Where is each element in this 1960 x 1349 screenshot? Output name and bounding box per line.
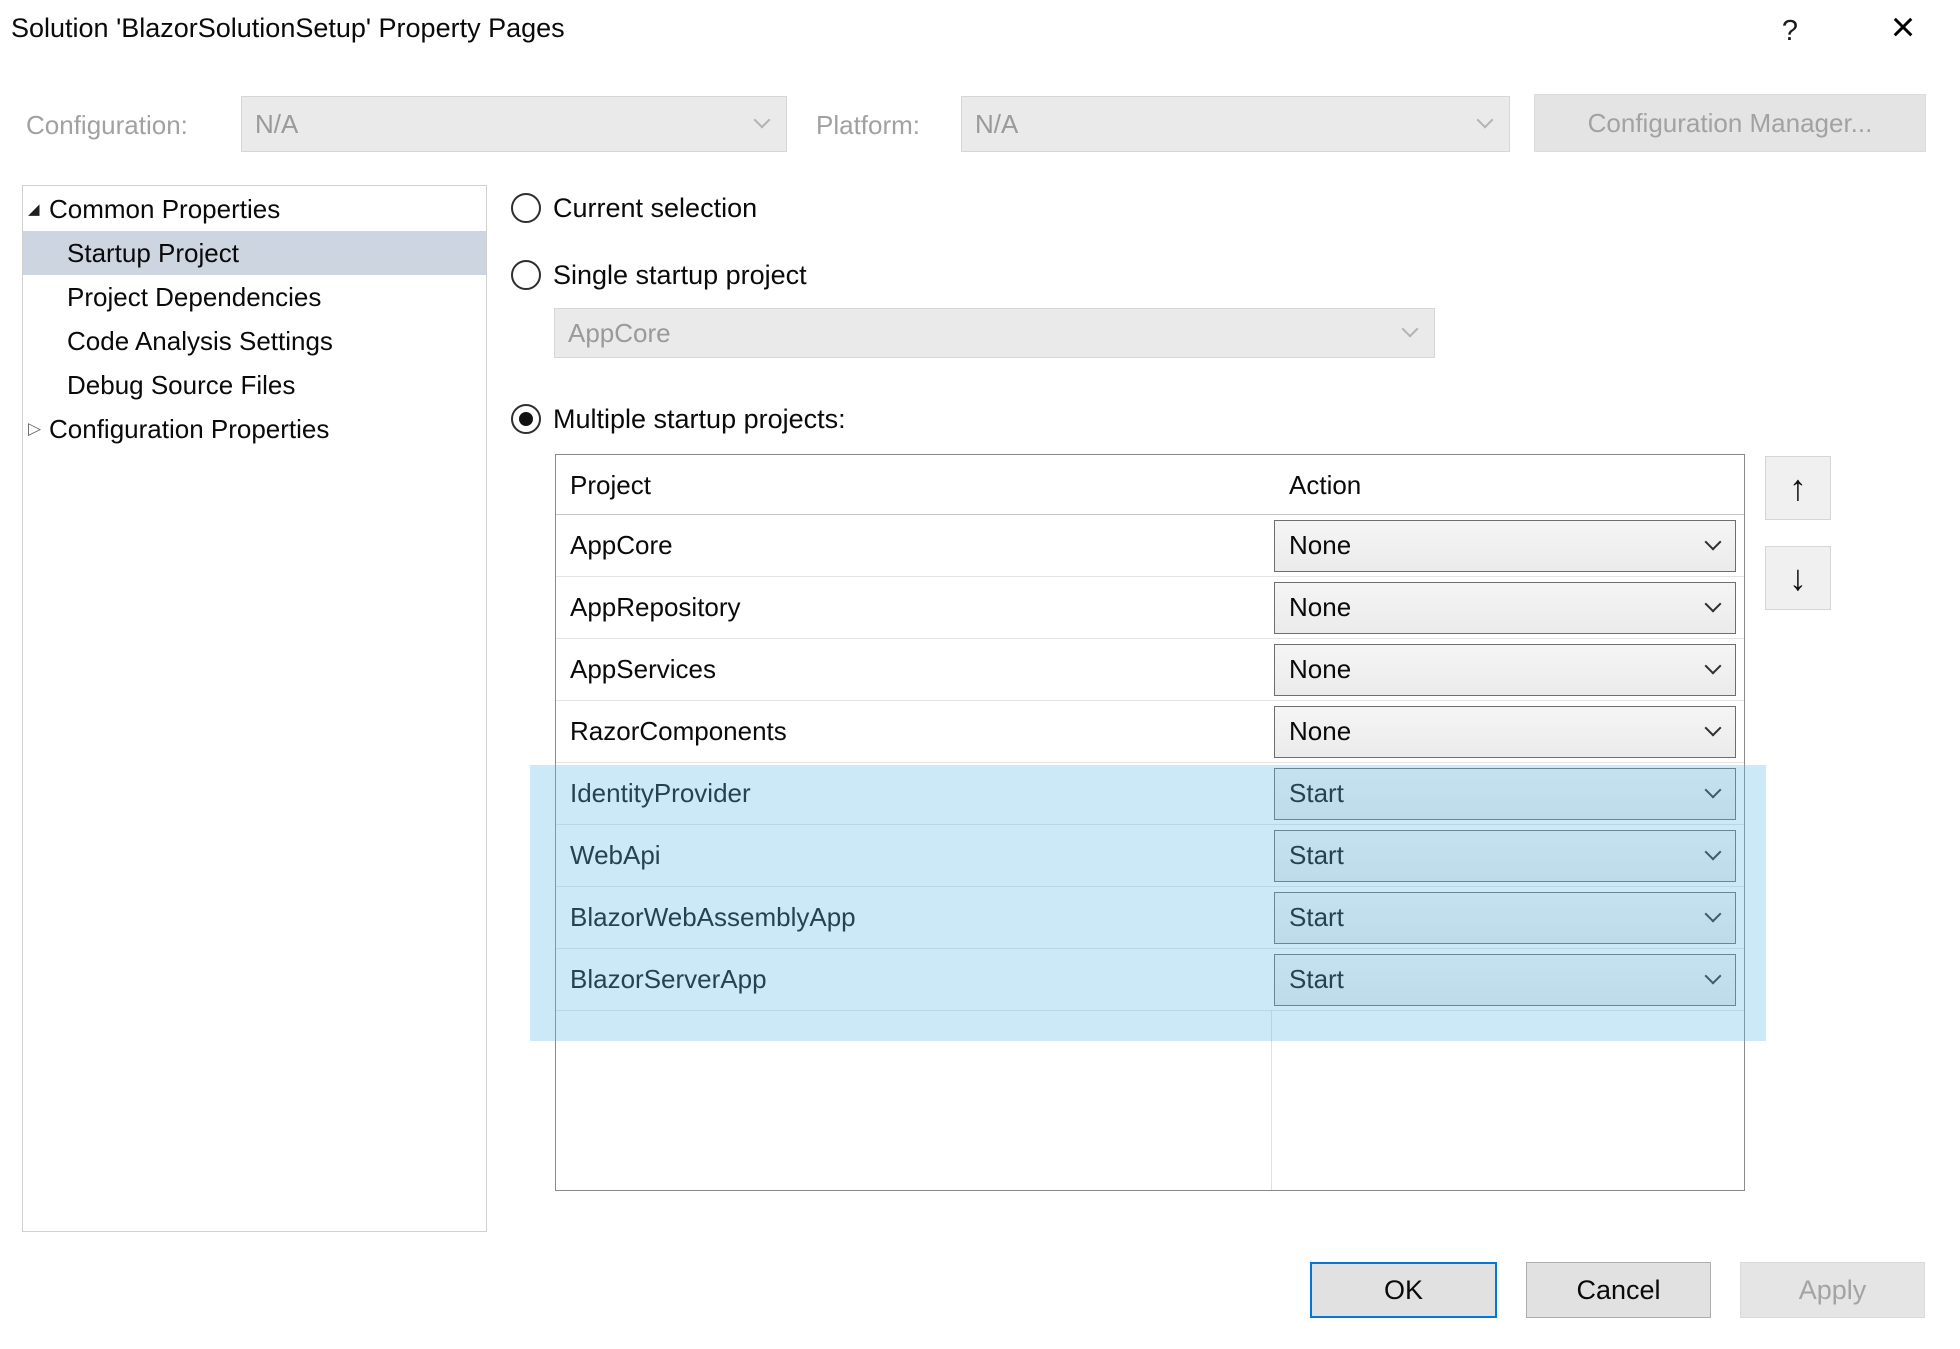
- project-cell: WebApi: [570, 825, 661, 886]
- tree-expanded-icon: ◢: [23, 200, 49, 218]
- tree-item-code-analysis-settings[interactable]: Code Analysis Settings: [23, 319, 486, 363]
- tree-item-configuration-properties[interactable]: ▷ Configuration Properties: [23, 407, 486, 451]
- action-dropdown-appservices[interactable]: None: [1274, 644, 1736, 696]
- action-value: Start: [1275, 831, 1735, 879]
- project-cell: AppRepository: [570, 577, 741, 638]
- tree-item-label: Configuration Properties: [49, 414, 329, 445]
- platform-dropdown[interactable]: N/A: [961, 96, 1510, 152]
- project-cell: AppServices: [570, 639, 716, 700]
- help-icon[interactable]: ?: [1766, 8, 1814, 54]
- action-value: None: [1275, 583, 1735, 631]
- radio-single-startup-project[interactable]: [511, 260, 541, 290]
- radio-current-selection-label[interactable]: Current selection: [553, 193, 757, 223]
- apply-button[interactable]: Apply: [1740, 1262, 1925, 1318]
- properties-tree: ◢ Common Properties Startup Project Proj…: [22, 185, 487, 1232]
- action-dropdown-webapi[interactable]: Start: [1274, 830, 1736, 882]
- tree-item-common-properties[interactable]: ◢ Common Properties: [23, 187, 486, 231]
- startup-projects-table: Project Action AppCore None AppRepositor…: [555, 454, 1745, 1191]
- cancel-button[interactable]: Cancel: [1526, 1262, 1711, 1318]
- tree-item-project-dependencies[interactable]: Project Dependencies: [23, 275, 486, 319]
- table-row-blazorserverapp[interactable]: BlazorServerApp Start: [556, 949, 1744, 1011]
- action-dropdown-razorcomponents[interactable]: None: [1274, 706, 1736, 758]
- project-cell: BlazorWebAssemblyApp: [570, 887, 856, 948]
- project-cell: AppCore: [570, 515, 673, 576]
- action-dropdown-apprepository[interactable]: None: [1274, 582, 1736, 634]
- down-arrow-icon: ↓: [1789, 557, 1807, 598]
- column-header-action: Action: [1289, 455, 1361, 515]
- move-up-button[interactable]: ↑: [1765, 456, 1831, 520]
- action-value: None: [1275, 645, 1735, 693]
- table-row-webapi[interactable]: WebApi Start: [556, 825, 1744, 887]
- configuration-value: N/A: [242, 97, 786, 151]
- project-cell: IdentityProvider: [570, 763, 751, 824]
- single-startup-project-value: AppCore: [555, 309, 1434, 357]
- action-dropdown-identityprovider[interactable]: Start: [1274, 768, 1736, 820]
- radio-current-selection[interactable]: [511, 193, 541, 223]
- tree-item-startup-project[interactable]: Startup Project: [23, 231, 486, 275]
- radio-multiple-startup-projects[interactable]: [511, 404, 541, 434]
- action-dropdown-appcore[interactable]: None: [1274, 520, 1736, 572]
- platform-value: N/A: [962, 97, 1509, 151]
- action-value: Start: [1275, 955, 1735, 1003]
- table-row-apprepository[interactable]: AppRepository None: [556, 577, 1744, 639]
- close-icon[interactable]: ×: [1876, 0, 1930, 54]
- up-arrow-icon: ↑: [1789, 467, 1807, 508]
- table-row-identityprovider[interactable]: IdentityProvider Start: [556, 763, 1744, 825]
- tree-item-label: Project Dependencies: [67, 282, 321, 313]
- table-row-appservices[interactable]: AppServices None: [556, 639, 1744, 701]
- tree-item-label: Code Analysis Settings: [67, 326, 333, 357]
- tree-item-label: Debug Source Files: [67, 370, 295, 401]
- tree-item-label: Startup Project: [67, 238, 239, 269]
- move-down-button[interactable]: ↓: [1765, 546, 1831, 610]
- action-value: None: [1275, 707, 1735, 755]
- tree-item-label: Common Properties: [49, 194, 280, 225]
- action-dropdown-blazorwebassemblyapp[interactable]: Start: [1274, 892, 1736, 944]
- tree-collapsed-icon: ▷: [23, 419, 49, 439]
- tree-item-debug-source-files[interactable]: Debug Source Files: [23, 363, 486, 407]
- table-row-razorcomponents[interactable]: RazorComponents None: [556, 701, 1744, 763]
- radio-multiple-startup-projects-label[interactable]: Multiple startup projects:: [553, 404, 846, 434]
- action-value: None: [1275, 521, 1735, 569]
- platform-label: Platform:: [816, 110, 920, 141]
- action-dropdown-blazorserverapp[interactable]: Start: [1274, 954, 1736, 1006]
- action-value: Start: [1275, 769, 1735, 817]
- configuration-label: Configuration:: [26, 110, 188, 141]
- single-startup-project-dropdown[interactable]: AppCore: [554, 308, 1435, 358]
- table-row-appcore[interactable]: AppCore None: [556, 515, 1744, 577]
- project-cell: RazorComponents: [570, 701, 787, 762]
- project-cell: BlazorServerApp: [570, 949, 767, 1010]
- ok-button[interactable]: OK: [1310, 1262, 1497, 1318]
- configuration-manager-button[interactable]: Configuration Manager...: [1534, 94, 1926, 152]
- action-value: Start: [1275, 893, 1735, 941]
- solution-property-pages-dialog: Solution 'BlazorSolutionSetup' Property …: [0, 0, 1960, 1349]
- window-title: Solution 'BlazorSolutionSetup' Property …: [11, 13, 565, 44]
- column-header-project: Project: [570, 455, 651, 515]
- radio-single-startup-project-label[interactable]: Single startup project: [553, 260, 807, 290]
- table-header: Project Action: [556, 455, 1744, 515]
- configuration-dropdown[interactable]: N/A: [241, 96, 787, 152]
- table-row-blazorwebassemblyapp[interactable]: BlazorWebAssemblyApp Start: [556, 887, 1744, 949]
